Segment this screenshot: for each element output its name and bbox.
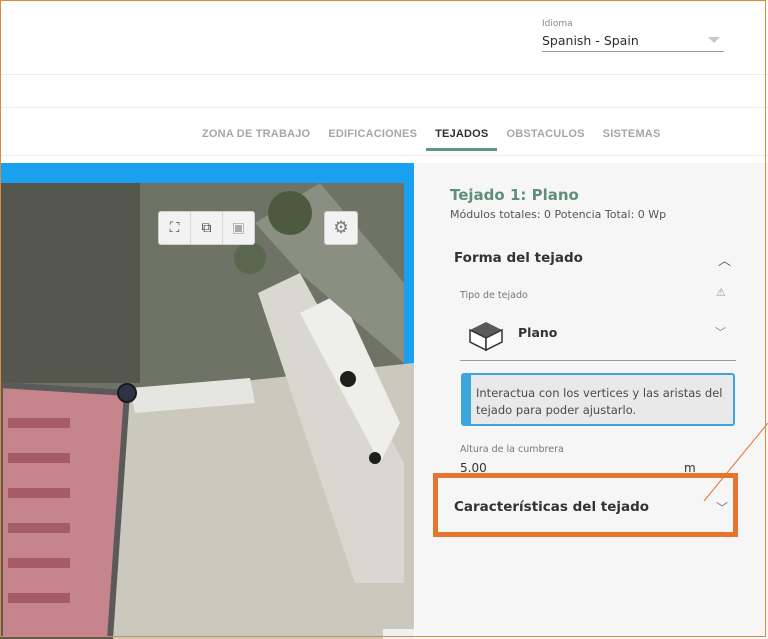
chevron-down-icon: ﹀ <box>715 326 726 339</box>
tab-zona-de-trabajo[interactable]: ZONA DE TRABAJO <box>202 128 319 151</box>
chevron-up-icon[interactable]: ︿ <box>718 250 731 269</box>
warning-icon: ⚠ <box>716 286 726 299</box>
info-accent-bar <box>463 375 471 424</box>
language-label: Idioma <box>542 19 573 29</box>
map-toolbar: ⛶ ⧉ ▣ <box>158 211 255 245</box>
language-selector[interactable]: Idioma Spanish - Spain <box>542 19 724 52</box>
language-select[interactable]: Spanish - Spain <box>542 33 724 52</box>
annotation-pointer-line <box>703 423 768 502</box>
panel-subtitle: Módulos totales: 0 Potencia Total: 0 Wp <box>450 208 667 221</box>
main-tabs: ZONA DE TRABAJO EDIFICACIONES TEJADOS OB… <box>202 128 670 151</box>
panel-title: Tejado 1: Plano <box>450 186 579 204</box>
roof-type-value: Plano <box>518 325 558 340</box>
caret-down-icon <box>708 37 720 43</box>
cube-view-icon[interactable]: ⧉ <box>191 212 223 244</box>
roof-type-select[interactable]: Plano ﹀ <box>460 312 736 361</box>
divider <box>0 107 768 108</box>
tabs-divider <box>0 155 768 156</box>
ridge-height-label: Altura de la cumbrera <box>460 444 564 455</box>
info-text: Interactua con los vertices y las arista… <box>476 386 723 417</box>
tab-edificaciones[interactable]: EDIFICACIONES <box>319 128 426 151</box>
tab-obstaculos[interactable]: OBSTACULOS <box>497 128 593 151</box>
camera-icon[interactable]: ▣ <box>223 212 254 244</box>
divider <box>0 74 768 75</box>
gear-icon[interactable]: ⚙ <box>324 211 358 245</box>
tab-sistemas[interactable]: SISTEMAS <box>594 128 670 151</box>
language-value: Spanish - Spain <box>542 33 639 48</box>
info-box: Interactua con los vertices y las arista… <box>461 373 735 426</box>
fullscreen-icon[interactable]: ⛶ <box>159 212 191 244</box>
tab-tejados[interactable]: TEJADOS <box>426 128 498 151</box>
flat-roof-icon <box>469 322 503 352</box>
section-roof-features-header[interactable]: Características del tejado <box>454 499 649 515</box>
roof-type-label: Tipo de tejado <box>460 290 528 301</box>
section-roof-shape-header[interactable]: Forma del tejado <box>454 250 583 266</box>
